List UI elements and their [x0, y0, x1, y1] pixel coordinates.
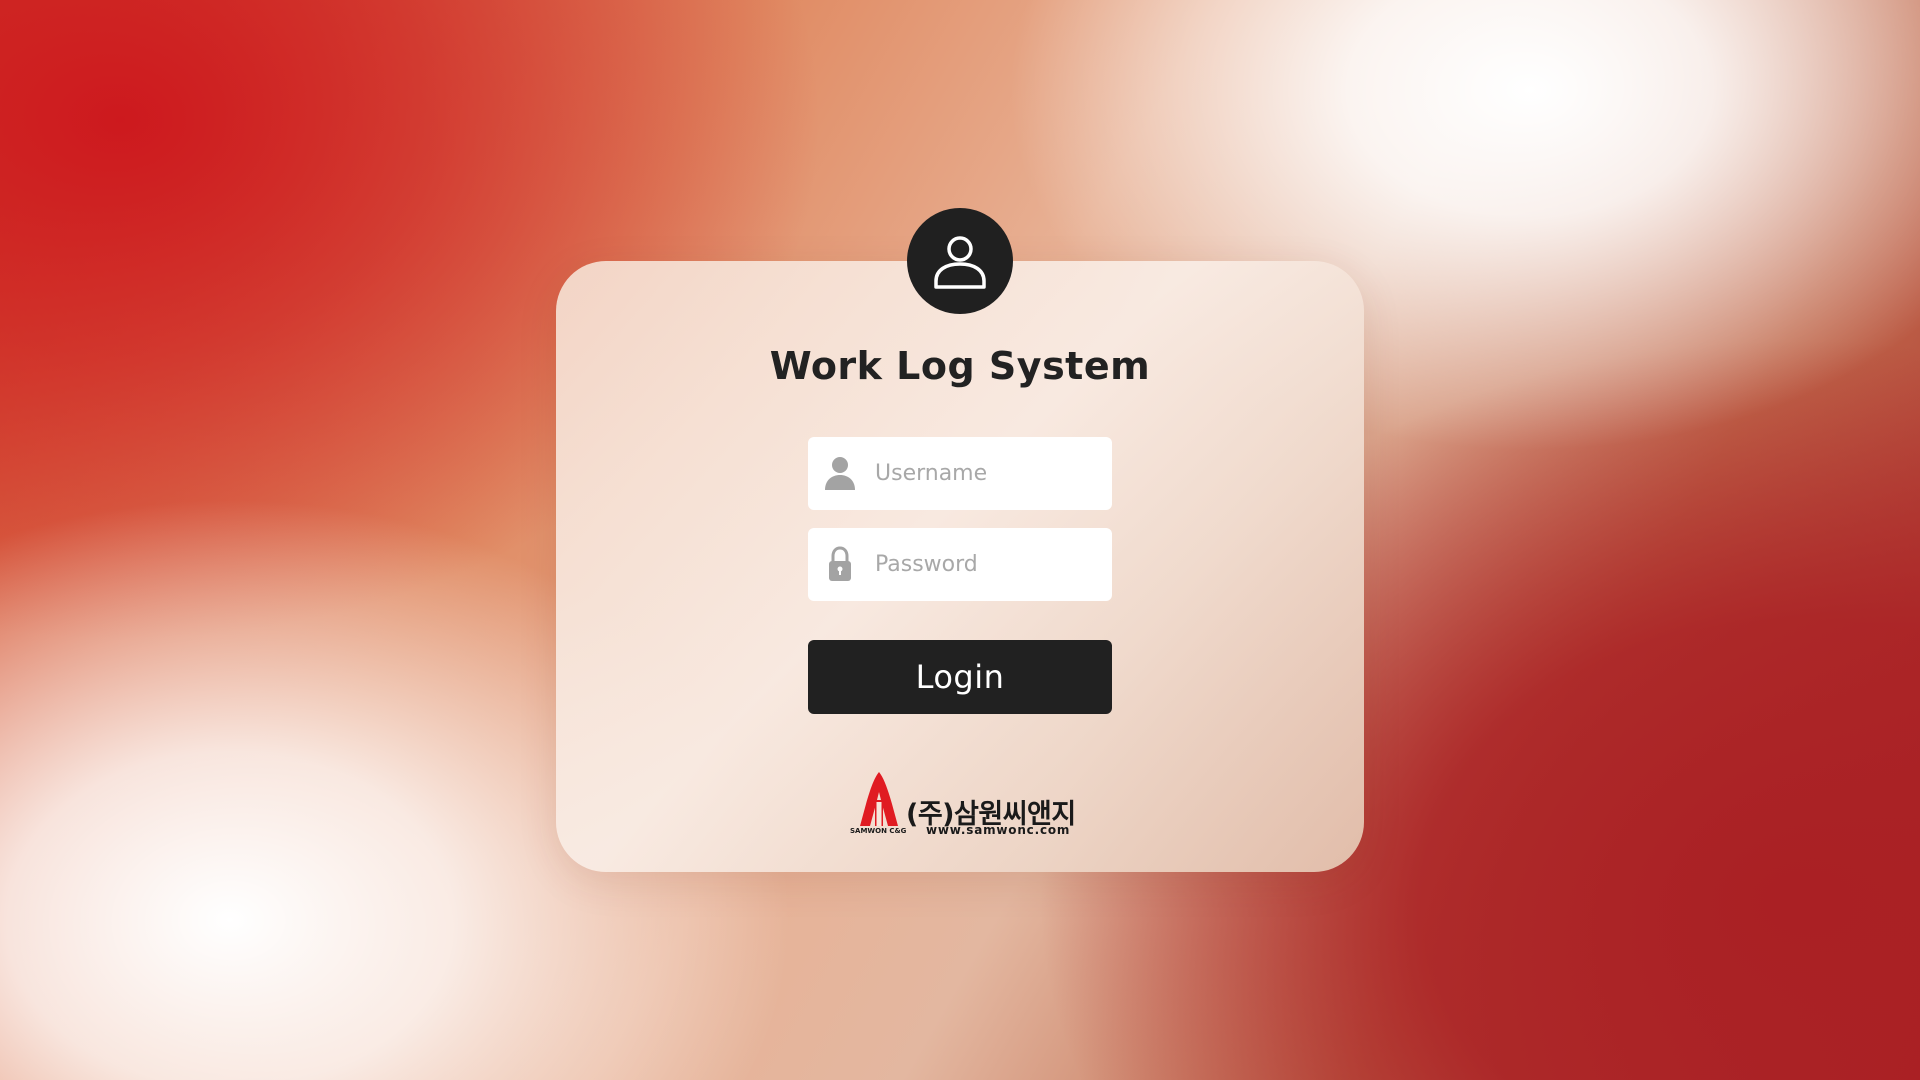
login-page: { "colors": { "accent_dark": "#212121", … — [0, 0, 1920, 1080]
company-url: www.samwonc.com — [926, 823, 1071, 837]
brand-text: SAMWON C&G — [850, 827, 907, 835]
username-input[interactable] — [875, 437, 1100, 510]
password-input[interactable] — [875, 528, 1100, 601]
page-title: Work Log System — [769, 344, 1151, 388]
lock-icon — [822, 546, 858, 582]
company-logo: SAMWON C&G (주)삼원씨앤지 www.samwonc.com — [850, 770, 1076, 840]
login-button[interactable]: Login — [808, 640, 1112, 714]
user-icon — [822, 455, 858, 491]
username-field[interactable] — [808, 437, 1112, 510]
password-field[interactable] — [808, 528, 1112, 601]
user-outline-icon — [934, 236, 986, 289]
avatar — [907, 208, 1013, 314]
